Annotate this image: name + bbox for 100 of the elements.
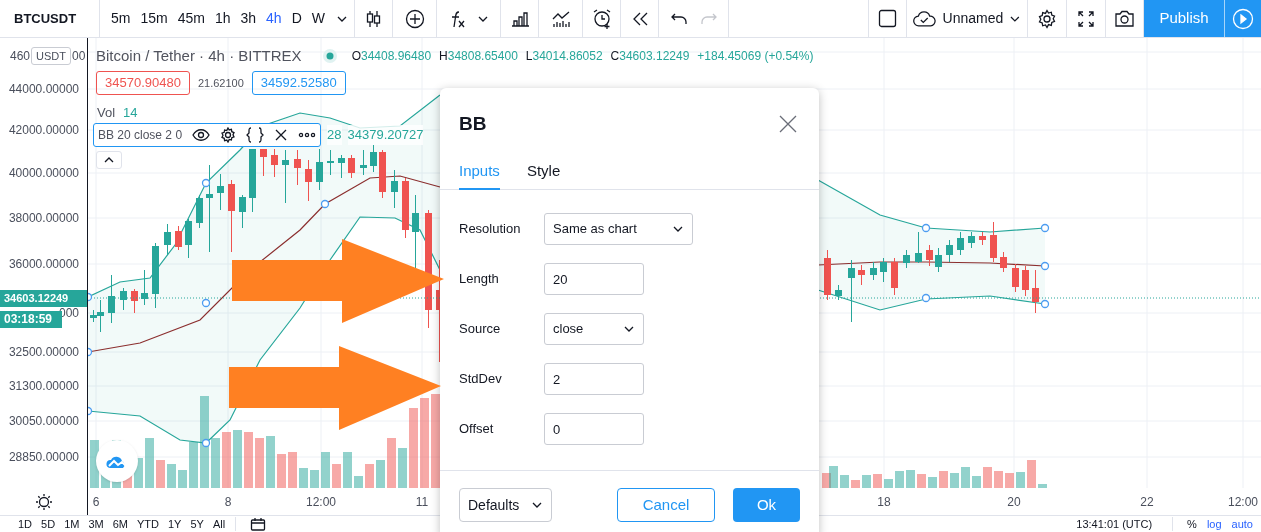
collapse-button[interactable] xyxy=(96,151,122,169)
play-button[interactable] xyxy=(1224,0,1261,37)
price-label: 42000.00000 xyxy=(8,123,79,137)
band-handle[interactable] xyxy=(88,292,93,302)
alarm-clock-icon[interactable] xyxy=(591,7,612,30)
band-handle[interactable] xyxy=(1040,299,1050,309)
volume-bar xyxy=(310,470,319,488)
range-button[interactable]: YTD xyxy=(136,517,159,531)
range-button[interactable]: 5D xyxy=(41,517,56,531)
more-icon[interactable] xyxy=(298,131,317,139)
indicator-legend[interactable]: BB 20 close 2 0 xyxy=(93,123,322,147)
band-handle[interactable] xyxy=(921,293,931,303)
candlestick-icon[interactable] xyxy=(365,8,382,29)
eye-icon[interactable] xyxy=(192,128,211,142)
range-button[interactable]: 5Y xyxy=(190,517,204,531)
input-field[interactable]: 2 xyxy=(544,363,644,395)
volume-bar xyxy=(387,438,396,488)
input-field[interactable]: 20 xyxy=(544,263,644,295)
volume-bar xyxy=(321,452,330,488)
candle xyxy=(824,249,831,301)
candle xyxy=(848,259,855,323)
band-handle[interactable] xyxy=(921,223,931,233)
clock-time[interactable]: 13:41:01 (UTC) xyxy=(1076,517,1153,531)
plus-circle-icon[interactable] xyxy=(404,8,425,29)
interval-button[interactable]: 45m xyxy=(172,0,210,37)
select-field[interactable]: close xyxy=(544,313,644,345)
candle xyxy=(360,149,367,176)
volume-bar xyxy=(90,440,99,488)
range-button[interactable]: 6M xyxy=(112,517,128,531)
band-handle[interactable] xyxy=(88,406,93,416)
symbol-title: Bitcoin / Tether · 4h · BITTREX xyxy=(96,46,302,66)
fullscreen-icon[interactable] xyxy=(1077,9,1095,28)
interval-button[interactable]: D xyxy=(286,0,307,37)
square-icon[interactable] xyxy=(878,9,897,28)
interval-button[interactable]: 3h xyxy=(235,0,262,37)
volume-bar xyxy=(983,467,992,488)
ohlc-value: C34603.12249 xyxy=(610,48,690,66)
candle xyxy=(402,177,409,239)
price-label: 31300.00000 xyxy=(8,379,79,393)
interval-button[interactable]: 5m xyxy=(106,0,136,37)
candle xyxy=(1022,265,1029,297)
band-handle[interactable] xyxy=(201,178,211,188)
candle xyxy=(338,154,345,179)
scale-toggle[interactable]: log xyxy=(1206,517,1222,531)
defaults-button[interactable]: Defaults xyxy=(459,488,553,522)
price-label: 28850.00000 xyxy=(8,450,79,464)
candle xyxy=(957,231,964,256)
code-braces-icon[interactable] xyxy=(246,127,265,143)
band-handle[interactable] xyxy=(201,298,211,308)
volume-bar xyxy=(961,467,970,488)
symbol-name[interactable]: BTCUSDT xyxy=(14,8,77,29)
play-icon xyxy=(1232,7,1254,30)
volume-bar xyxy=(851,480,860,488)
camera-icon[interactable] xyxy=(1114,9,1135,28)
brightness-icon[interactable] xyxy=(34,492,53,511)
close-button[interactable] xyxy=(779,115,797,133)
scale-toggle[interactable]: % xyxy=(1187,517,1197,531)
close-icon[interactable] xyxy=(274,128,289,142)
volume-bar xyxy=(1005,473,1014,488)
interval-button[interactable]: 1h xyxy=(209,0,236,37)
range-button[interactable]: All xyxy=(212,517,226,531)
volume-bar xyxy=(299,468,308,488)
volume-bar xyxy=(1016,472,1025,488)
input-field[interactable]: 0 xyxy=(544,413,644,445)
interval-button[interactable]: 15m xyxy=(135,0,173,37)
settings-icon[interactable] xyxy=(220,127,237,143)
candle xyxy=(370,144,377,173)
volume-bar xyxy=(178,470,187,488)
band-handle[interactable] xyxy=(201,438,211,448)
dialog-tab[interactable]: Style xyxy=(526,160,561,190)
band-handle[interactable] xyxy=(88,347,93,357)
time-label: 20 xyxy=(1007,494,1021,511)
cloud-logo-button[interactable] xyxy=(96,440,138,482)
layout-name: Unnamed xyxy=(942,9,1004,28)
select-field[interactable]: Same as chart xyxy=(544,213,693,245)
countdown-tag: 03:18:59 xyxy=(0,311,62,328)
layout-button[interactable]: Unnamed xyxy=(907,0,1028,37)
candle xyxy=(946,239,953,263)
band-handle[interactable] xyxy=(1040,223,1050,233)
candle xyxy=(1000,251,1007,273)
candle xyxy=(1032,269,1039,314)
band-handle[interactable] xyxy=(1040,261,1050,271)
candle xyxy=(968,231,975,249)
scale-toggle[interactable]: auto xyxy=(1231,517,1253,531)
band-handle[interactable] xyxy=(320,199,330,209)
volume-bar xyxy=(906,470,915,488)
candle xyxy=(282,149,289,204)
interval-button[interactable]: W xyxy=(306,0,330,37)
chevron-down-icon xyxy=(672,224,684,234)
ohlc-value: O34408.96480 xyxy=(351,48,432,66)
interval-button[interactable]: 4h xyxy=(261,0,287,37)
volume-value: 14 xyxy=(123,104,138,122)
settings-icon[interactable] xyxy=(1037,8,1057,29)
range-button[interactable]: 1M xyxy=(64,517,80,531)
volume-bar xyxy=(840,475,849,488)
calendar-icon[interactable] xyxy=(250,517,267,531)
range-button[interactable]: 1Y xyxy=(167,517,182,531)
candle xyxy=(835,284,842,301)
range-button[interactable]: 3M xyxy=(88,517,104,531)
range-button[interactable]: 1D xyxy=(18,517,33,531)
